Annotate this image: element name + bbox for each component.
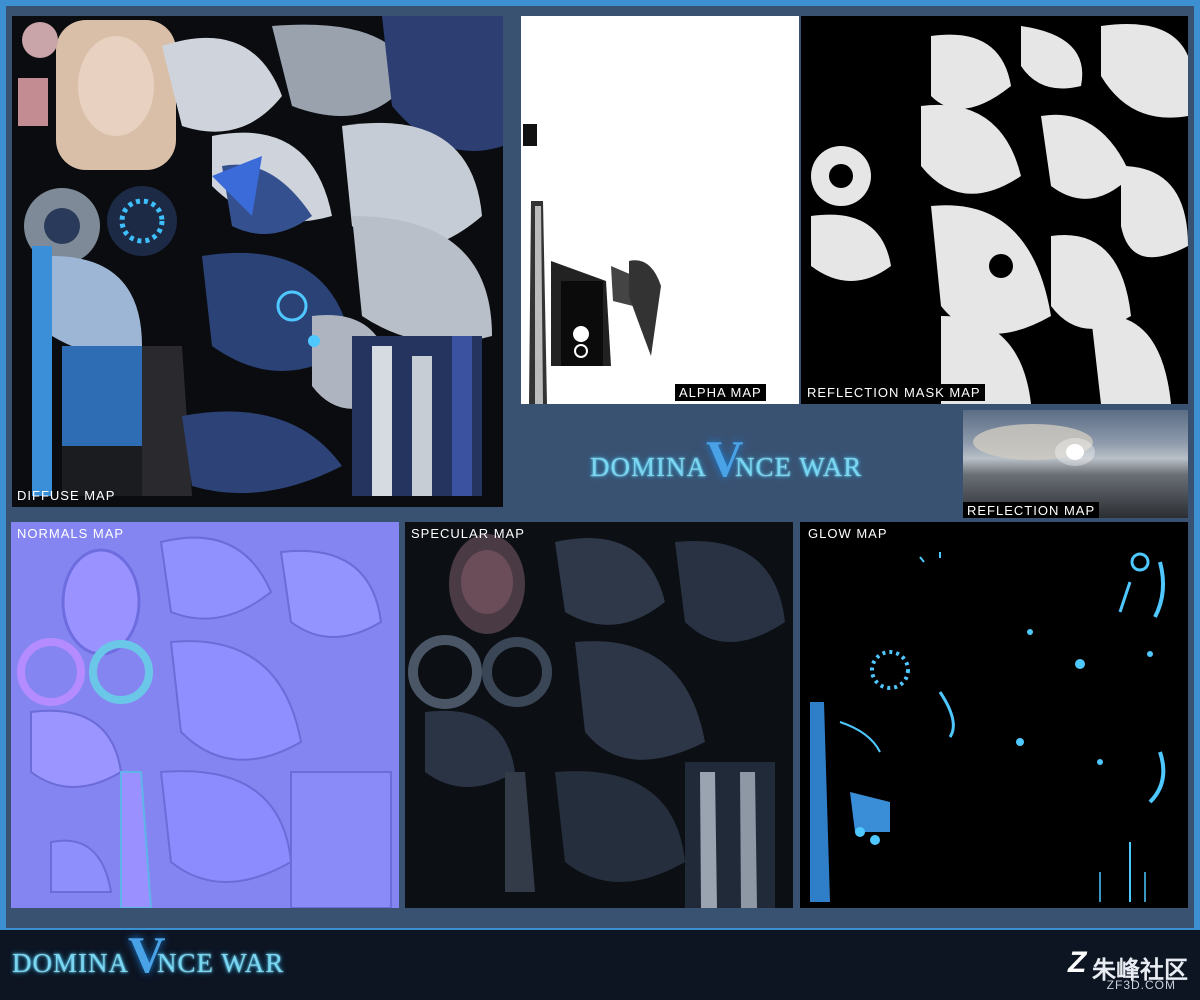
logo-left-text: DOMINA	[590, 452, 707, 482]
normals-map-label: NORMALS MAP	[17, 526, 125, 541]
reflection-mask-texture	[801, 16, 1188, 404]
specular-map-label: SPECULAR MAP	[411, 526, 525, 541]
alpha-map-label: ALPHA MAP	[675, 384, 766, 401]
glow-map-panel: GLOW MAP	[800, 522, 1188, 908]
logo-right-text: NCE WAR	[735, 452, 863, 482]
dominance-war-logo: DOMINA NCE WAR V	[590, 431, 863, 488]
normals-map-panel: NORMALS MAP	[11, 522, 399, 908]
reflection-mask-map-panel: REFLECTION MASK MAP	[801, 16, 1188, 404]
logo-left-text: DOMINA	[12, 948, 129, 978]
zf3d-logo-icon: Z	[1068, 946, 1087, 979]
diffuse-map-texture	[12, 16, 503, 507]
diffuse-map-panel: DIFFUSE MAP	[12, 16, 503, 507]
logo-right-text: NCE WAR	[157, 948, 285, 978]
reflection-map-label: REFLECTION MAP	[963, 502, 1100, 518]
watermark-site: ZF3D.COM	[1106, 978, 1176, 992]
logo-v-mark: V	[128, 927, 167, 984]
normals-map-texture	[11, 522, 399, 908]
logo-v-mark: V	[706, 431, 745, 488]
alpha-map-panel: ALPHA MAP	[521, 16, 799, 404]
reflection-map-panel: REFLECTION MAP	[963, 410, 1188, 518]
glow-map-label: GLOW MAP	[808, 526, 888, 541]
diffuse-map-label: DIFFUSE MAP	[17, 488, 116, 503]
specular-map-texture	[405, 522, 793, 908]
reflection-mask-map-label: REFLECTION MASK MAP	[803, 384, 985, 401]
alpha-map-texture	[521, 16, 799, 404]
dominance-war-logo-footer: DOMINA NCE WAR V	[12, 927, 285, 984]
glow-map-texture	[800, 522, 1188, 908]
specular-map-panel: SPECULAR MAP	[405, 522, 793, 908]
